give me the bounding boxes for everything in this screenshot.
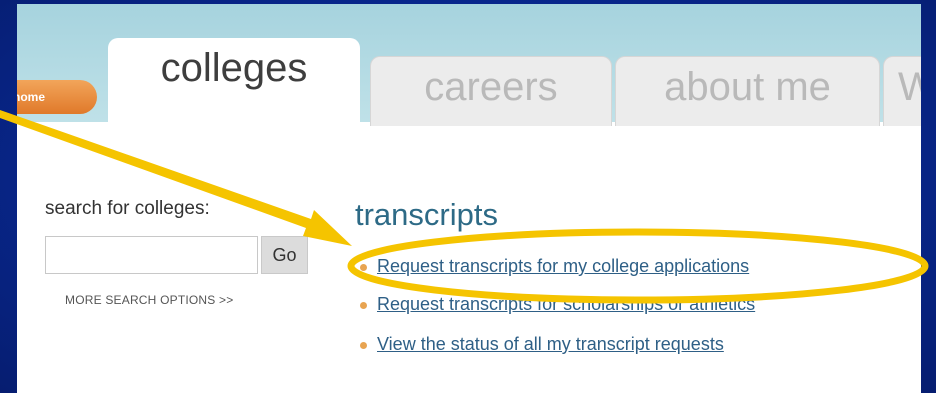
tab-colleges[interactable]: colleges (108, 38, 360, 128)
bullet-icon (360, 263, 367, 271)
list-item: Request transcripts for scholarships or … (360, 294, 755, 315)
go-button[interactable]: Go (261, 236, 308, 274)
list-item: Request transcripts for my college appli… (360, 256, 749, 277)
tab-partial[interactable]: W (883, 56, 921, 126)
home-button[interactable]: home (17, 80, 97, 114)
list-item: View the status of all my transcript req… (360, 334, 724, 355)
more-search-options-link[interactable]: MORE SEARCH OPTIONS >> (65, 293, 233, 307)
search-input[interactable] (45, 236, 258, 274)
tab-about-me[interactable]: about me (615, 56, 880, 126)
bullet-icon (360, 341, 367, 349)
request-college-transcripts-link[interactable]: Request transcripts for my college appli… (377, 256, 749, 276)
view-transcript-status-link[interactable]: View the status of all my transcript req… (377, 334, 724, 354)
bullet-icon (360, 301, 367, 309)
search-label: search for colleges: (45, 198, 210, 219)
screenshot-panel: home colleges careers about me W search … (17, 4, 921, 393)
request-scholarship-transcripts-link[interactable]: Request transcripts for scholarships or … (377, 294, 755, 314)
section-title: transcripts (355, 197, 498, 232)
tab-careers[interactable]: careers (370, 56, 612, 126)
